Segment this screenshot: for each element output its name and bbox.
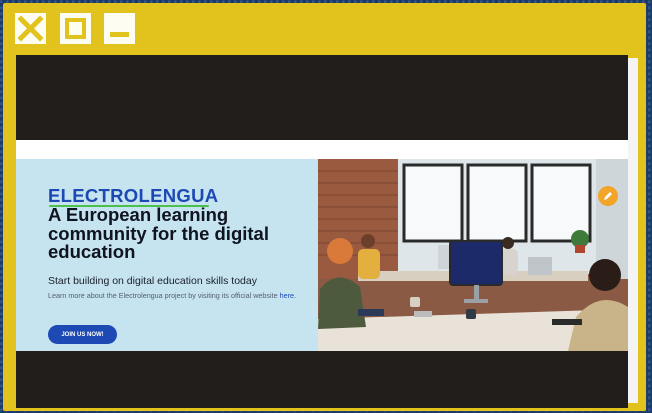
maximize-button[interactable]: [60, 13, 91, 44]
hero-banner: ELECTROLENGUA A European learning commun…: [16, 159, 628, 351]
page-header-strip: [16, 140, 628, 159]
screenshot-viewport: ELECTROLENGUA A European learning commun…: [16, 55, 628, 408]
background-page-edge: [628, 58, 638, 403]
here-link[interactable]: here.: [280, 291, 296, 300]
hero-text-panel: ELECTROLENGUA A European learning commun…: [16, 159, 318, 351]
join-us-button[interactable]: JOIN US NOW!: [48, 325, 117, 344]
app-window: ELECTROLENGUA A European learning commun…: [3, 3, 646, 411]
pencil-icon: [604, 192, 612, 200]
hero-description: Learn more about the Electrolengua proje…: [48, 290, 304, 301]
close-x-icon: [17, 15, 44, 42]
maximize-square-icon: [65, 18, 86, 39]
close-button[interactable]: [15, 13, 46, 44]
hero-subtitle: Start building on digital education skil…: [48, 275, 257, 287]
hero-title: A European learning community for the di…: [48, 204, 269, 262]
edit-fab-button[interactable]: [598, 186, 618, 206]
minimize-button[interactable]: [104, 13, 135, 44]
hero-office-photo: [318, 159, 628, 351]
description-text: Learn more about the Electrolengua proje…: [48, 291, 278, 300]
office-photo-illustration: [318, 159, 628, 351]
minimize-bar-icon: [110, 32, 129, 37]
